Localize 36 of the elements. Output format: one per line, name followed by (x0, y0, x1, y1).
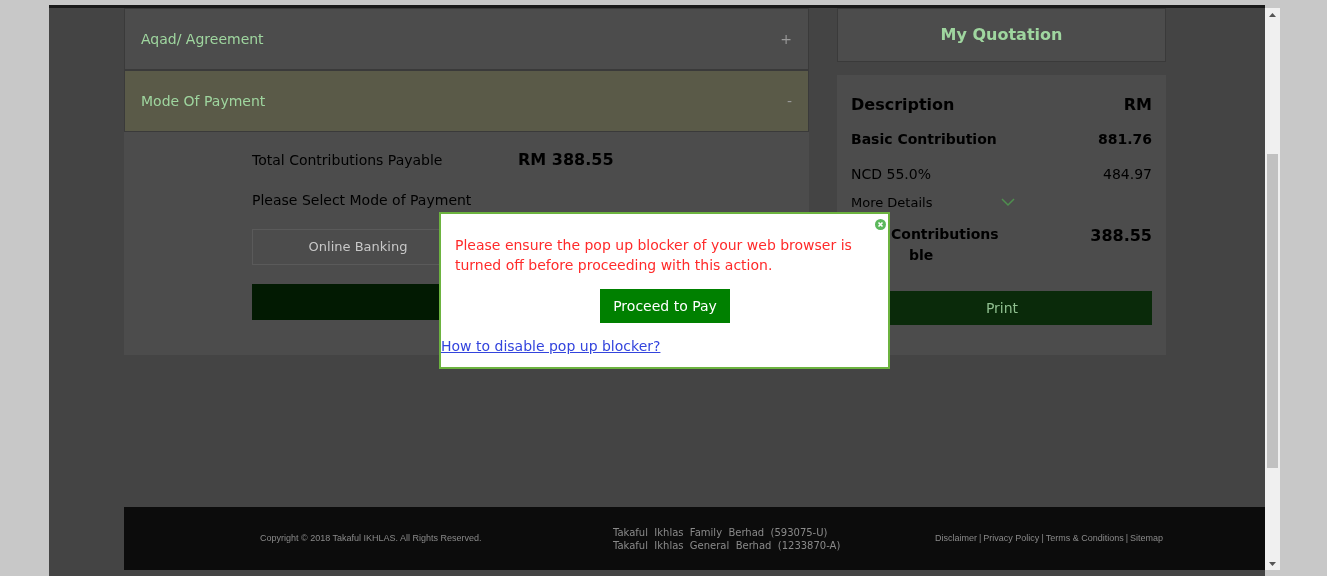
accordion-toggle: + (780, 28, 792, 50)
separator: | (1040, 531, 1045, 545)
scrollbar-thumb[interactable] (1267, 154, 1278, 468)
total-amount: 388.55 (1090, 225, 1152, 247)
proceed-button[interactable]: Proceed to Pay (600, 289, 730, 323)
row-label: Basic Contribution (851, 130, 997, 149)
total-label: Contributions (891, 225, 999, 244)
footer-link[interactable]: Terms & Conditions (1045, 531, 1124, 546)
column-heading: RM (1123, 94, 1152, 116)
accordion-title: Mode Of Payment (141, 91, 266, 111)
scroll-up-icon[interactable] (1269, 13, 1276, 17)
footer-link[interactable]: Sitemap (1130, 531, 1164, 546)
company-name: Takaful Ikhlas Family Berhad (593075-U) (613, 525, 829, 539)
scrollbar[interactable] (1265, 8, 1280, 570)
row-label: NCD 55.0% (851, 165, 931, 184)
scroll-down-icon[interactable] (1269, 562, 1276, 566)
footer-link[interactable]: Disclaimer (935, 531, 977, 546)
column-heading: Description (851, 94, 955, 116)
total-label: ble (908, 246, 935, 265)
footer-link[interactable]: Privacy Policy (983, 531, 1040, 546)
accordion-toggle: - (786, 90, 792, 112)
row-value: 484.97 (1103, 165, 1152, 184)
total-label: Total Contributions Payable (252, 150, 444, 170)
separator: | (1124, 531, 1130, 545)
row-value: 881.76 (1097, 130, 1152, 149)
total-amount: RM 388.55 (518, 149, 614, 171)
separator: | (978, 531, 983, 545)
payment-prompt: Please Select Mode of Payment (252, 191, 472, 210)
accordion-header[interactable]: Aqad/ Agreement + (124, 8, 809, 70)
company-name: Takaful Ikhlas General Berhad (1233870-A) (613, 538, 842, 552)
accordion-header[interactable]: Mode Of Payment - (124, 70, 809, 132)
quotation-title: My Quotation (940, 24, 1063, 46)
help-link[interactable]: How to disable pop up blocker? (441, 336, 661, 357)
chevron-down-icon (1001, 198, 1015, 207)
accordion-title: Aqad/ Agreement (141, 29, 264, 49)
copyright-text: Copyright © 2018 Takaful IKHLAS. All Rights Reserved. (260, 531, 483, 545)
